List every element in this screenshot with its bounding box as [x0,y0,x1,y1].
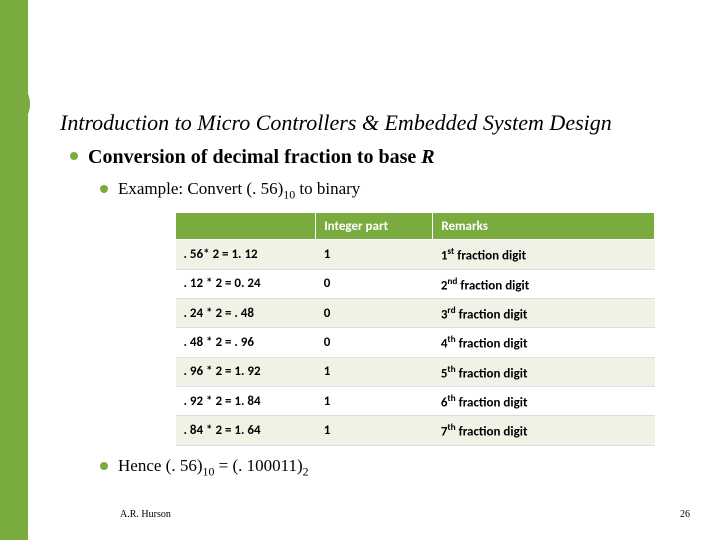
bullet-icon [100,185,108,193]
cell-int: 0 [316,269,433,298]
cell-int: 0 [316,299,433,328]
cell-remarks: 5th fraction digit [433,357,655,386]
footer-author: A.R. Hurson [120,509,171,520]
cell-int: 1 [316,357,433,386]
table-row: . 96 * 2 = 1. 9215th fraction digit [176,357,655,386]
cell-calc: . 96 * 2 = 1. 92 [176,357,316,386]
cell-calc: . 92 * 2 = 1. 84 [176,387,316,416]
heading-line: Conversion of decimal fraction to base R [88,146,690,169]
table-body: . 56* 2 = 1. 1211st fraction digit. 12 *… [176,240,655,445]
table-row: . 48 * 2 = . 9604th fraction digit [176,328,655,357]
th-integer: Integer part [316,213,433,240]
footer-page-number: 26 [680,509,690,520]
table-row: . 56* 2 = 1. 1211st fraction digit [176,240,655,269]
heading-variable: R [421,146,434,168]
hence-b: = (. 100011) [214,456,302,475]
cell-int: 0 [316,328,433,357]
cell-int: 1 [316,240,433,269]
hence-a: Hence (. 56) [118,456,203,475]
cell-calc: . 56* 2 = 1. 12 [176,240,316,269]
hence-sub1: 10 [203,464,215,478]
example-label: Example: Convert (. 56) [118,179,283,198]
cell-calc: . 48 * 2 = . 96 [176,328,316,357]
cell-remarks: 7th fraction digit [433,416,655,445]
slide-title: Introduction to Micro Controllers & Embe… [60,110,690,136]
example-sub: 10 [283,187,295,201]
hence-line: Hence (. 56)10 = (. 100011)2 [118,456,690,479]
heading-text: Conversion of decimal fraction to base [88,146,421,168]
table-row: . 92 * 2 = 1. 8416th fraction digit [176,387,655,416]
cell-remarks: 3rd fraction digit [433,299,655,328]
cell-remarks: 2nd fraction digit [433,269,655,298]
th-blank [176,213,316,240]
cell-remarks: 1st fraction digit [433,240,655,269]
table-row: . 24 * 2 = . 4803rd fraction digit [176,299,655,328]
hence-sub2: 2 [303,464,309,478]
cell-int: 1 [316,416,433,445]
bullet-icon [100,462,108,470]
bullet-icon [70,152,78,160]
cell-int: 1 [316,387,433,416]
example-line: Example: Convert (. 56)10 to binary [118,179,690,202]
cell-calc: . 24 * 2 = . 48 [176,299,316,328]
th-remarks: Remarks [433,213,655,240]
cell-remarks: 6th fraction digit [433,387,655,416]
example-tail: to binary [295,179,360,198]
cell-remarks: 4th fraction digit [433,328,655,357]
table-row: . 84 * 2 = 1. 6417th fraction digit [176,416,655,445]
cell-calc: . 12 * 2 = 0. 24 [176,269,316,298]
cell-calc: . 84 * 2 = 1. 64 [176,416,316,445]
table-row: . 12 * 2 = 0. 2402nd fraction digit [176,269,655,298]
slide-content: Introduction to Micro Controllers & Embe… [60,110,690,489]
conversion-table: Integer part Remarks . 56* 2 = 1. 1211st… [175,212,655,445]
